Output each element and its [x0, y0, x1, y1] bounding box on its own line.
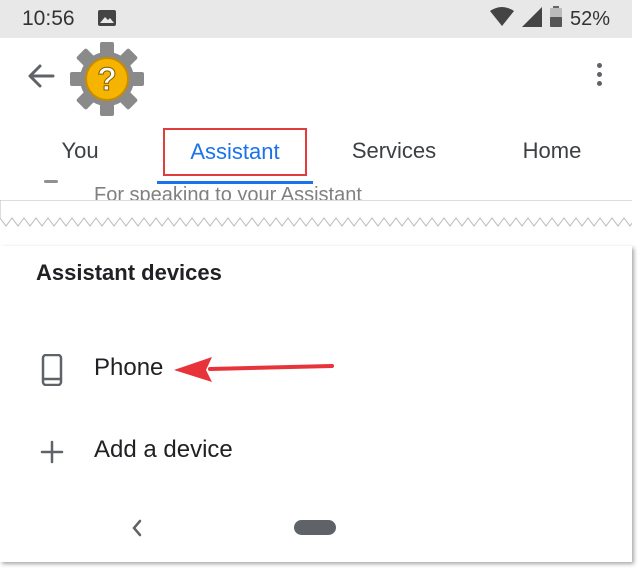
nav-back-icon[interactable] [128, 516, 146, 540]
system-nav-bar [0, 502, 632, 562]
add-device-button[interactable]: Add a device [0, 424, 632, 480]
svg-text:?: ? [97, 61, 117, 97]
section-title: Assistant devices [36, 260, 222, 285]
status-bar: 10:56 52% [0, 0, 632, 38]
tab-assistant[interactable]: Assistant [163, 128, 307, 176]
nav-home-pill[interactable] [294, 520, 336, 535]
signal-icon [521, 6, 542, 32]
phone-icon [38, 353, 66, 387]
tab-home[interactable]: Home [496, 126, 608, 176]
add-device-label: Add a device [94, 436, 233, 463]
device-label: Phone [94, 354, 164, 381]
plus-icon [38, 436, 66, 468]
torn-edge-divider [0, 200, 632, 227]
tab-bar: You Assistant Services Home [0, 126, 632, 184]
gear-question-icon: ? [68, 40, 146, 118]
status-icons: 52% [489, 6, 610, 32]
status-time: 10:56 [22, 7, 75, 30]
app-bar: ? [0, 38, 632, 116]
back-arrow-icon[interactable] [27, 62, 55, 90]
annotation-arrow [174, 357, 334, 382]
battery-icon [549, 6, 562, 32]
top-card: 10:56 52% ? You Assistant Services Home … [0, 0, 632, 236]
more-vert-icon[interactable] [594, 63, 604, 91]
list-item-icon [44, 180, 58, 183]
tab-you[interactable]: You [36, 126, 124, 176]
wifi-icon [489, 6, 514, 32]
image-icon [98, 10, 116, 31]
assistant-devices-card: Assistant devices Phone Add a device [0, 246, 632, 562]
battery-percent: 52% [569, 7, 610, 30]
tab-services[interactable]: Services [330, 126, 458, 176]
